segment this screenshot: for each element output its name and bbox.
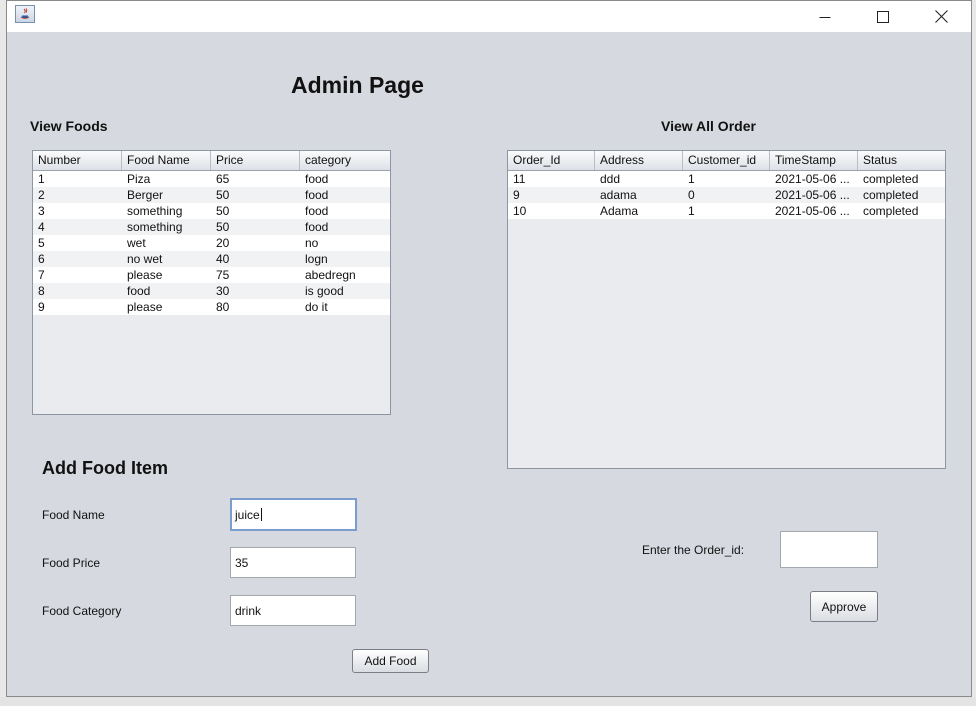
orders-table[interactable]: Order_Id Address Customer_id TimeStamp S…	[507, 150, 946, 469]
table-row[interactable]: 5 wet 20 no	[33, 235, 390, 251]
foods-table-header: Number Food Name Price category	[33, 151, 390, 171]
table-row[interactable]: 9 please 80 do it	[33, 299, 390, 315]
orders-col-status[interactable]: Status	[858, 151, 945, 170]
table-row[interactable]: 7 please 75 abedregn	[33, 267, 390, 283]
foods-table-empty-area	[33, 315, 390, 414]
orders-table-empty-area	[508, 219, 945, 468]
view-foods-heading: View Foods	[30, 118, 108, 134]
table-row[interactable]: 10 Adama 1 2021-05-06 ... completed	[508, 203, 945, 219]
table-row[interactable]: 9 adama 0 2021-05-06 ... completed	[508, 187, 945, 203]
table-row[interactable]: 6 no wet 40 logn	[33, 251, 390, 267]
foods-col-price[interactable]: Price	[211, 151, 300, 170]
orders-col-timestamp[interactable]: TimeStamp	[770, 151, 858, 170]
content-pane: Admin Page View Foods Number Food Name P…	[7, 32, 971, 698]
close-icon	[934, 10, 948, 23]
order-id-input[interactable]	[780, 531, 878, 568]
maximize-button[interactable]	[854, 1, 912, 32]
food-price-input[interactable]: 35	[230, 547, 356, 578]
page-title: Admin Page	[291, 72, 424, 98]
java-app-icon[interactable]	[15, 5, 35, 23]
foods-col-number[interactable]: Number	[33, 151, 122, 170]
title-bar	[7, 1, 971, 32]
food-price-label: Food Price	[42, 556, 101, 570]
table-row[interactable]: 3 something 50 food	[33, 203, 390, 219]
order-id-label: Enter the Order_id:	[642, 543, 745, 557]
food-name-value: juice	[235, 507, 260, 522]
add-food-button[interactable]: Add Food	[352, 649, 429, 673]
orders-col-customer-id[interactable]: Customer_id	[683, 151, 770, 170]
table-row[interactable]: 11 ddd 1 2021-05-06 ... completed	[508, 171, 945, 187]
add-food-heading: Add Food Item	[42, 458, 168, 478]
background-app-strip-right	[972, 0, 976, 706]
table-row[interactable]: 1 Piza 65 food	[33, 171, 390, 187]
background-app-strip-bottom	[0, 697, 976, 706]
table-row[interactable]: 4 something 50 food	[33, 219, 390, 235]
maximize-icon	[877, 10, 889, 23]
food-category-input[interactable]: drink	[230, 595, 356, 626]
approve-button[interactable]: Approve	[810, 591, 878, 622]
orders-col-order-id[interactable]: Order_Id	[508, 151, 595, 170]
view-orders-heading: View All Order	[661, 118, 756, 134]
table-row[interactable]: 2 Berger 50 food	[33, 187, 390, 203]
food-price-value: 35	[235, 555, 249, 570]
foods-col-food-name[interactable]: Food Name	[122, 151, 211, 170]
foods-col-category[interactable]: category	[300, 151, 390, 170]
food-name-input[interactable]: juice	[230, 498, 357, 531]
minimize-icon	[819, 16, 831, 18]
minimize-button[interactable]	[796, 1, 854, 32]
orders-col-address[interactable]: Address	[595, 151, 683, 170]
food-name-label: Food Name	[42, 508, 105, 522]
admin-window: Admin Page View Foods Number Food Name P…	[6, 0, 972, 697]
table-row[interactable]: 8 food 30 is good	[33, 283, 390, 299]
food-category-label: Food Category	[42, 604, 122, 618]
close-button[interactable]	[912, 1, 970, 32]
text-caret	[260, 508, 262, 521]
orders-table-header: Order_Id Address Customer_id TimeStamp S…	[508, 151, 945, 171]
food-category-value: drink	[235, 603, 262, 618]
foods-table[interactable]: Number Food Name Price category 1 Piza 6…	[32, 150, 391, 415]
